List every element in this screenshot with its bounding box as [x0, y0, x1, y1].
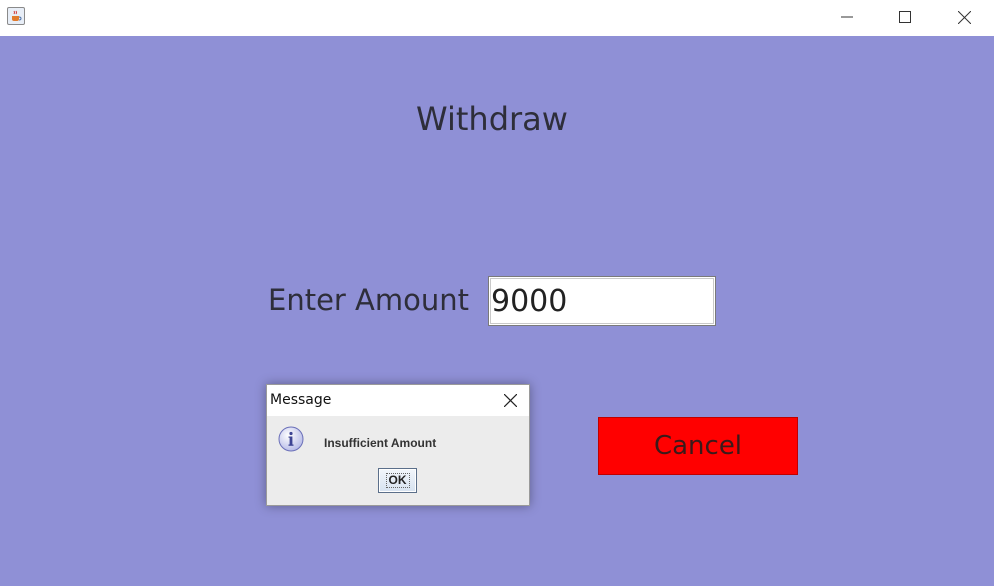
- minimize-button[interactable]: [818, 0, 876, 34]
- dialog-titlebar: Message: [267, 385, 529, 416]
- minimize-icon: [841, 16, 853, 18]
- java-cup-icon[interactable]: [7, 7, 25, 25]
- amount-input[interactable]: [488, 276, 716, 326]
- info-icon: [278, 426, 304, 452]
- close-icon: [503, 393, 517, 407]
- amount-label: Enter Amount: [268, 283, 470, 317]
- close-button[interactable]: [935, 0, 993, 34]
- ok-button[interactable]: OK: [378, 468, 417, 493]
- maximize-icon: [899, 11, 911, 23]
- window-titlebar: [0, 0, 994, 36]
- close-icon: [957, 10, 971, 24]
- cancel-button[interactable]: Cancel: [598, 417, 798, 475]
- dialog-message: Insufficient Amount: [324, 436, 437, 450]
- dialog-title: Message: [270, 392, 332, 408]
- page-title: Withdraw: [416, 100, 568, 138]
- dialog-close-button[interactable]: [501, 391, 519, 409]
- message-dialog: Message Insufficient Amount OK: [266, 384, 530, 506]
- maximize-button[interactable]: [876, 0, 934, 34]
- ok-label: OK: [385, 473, 410, 488]
